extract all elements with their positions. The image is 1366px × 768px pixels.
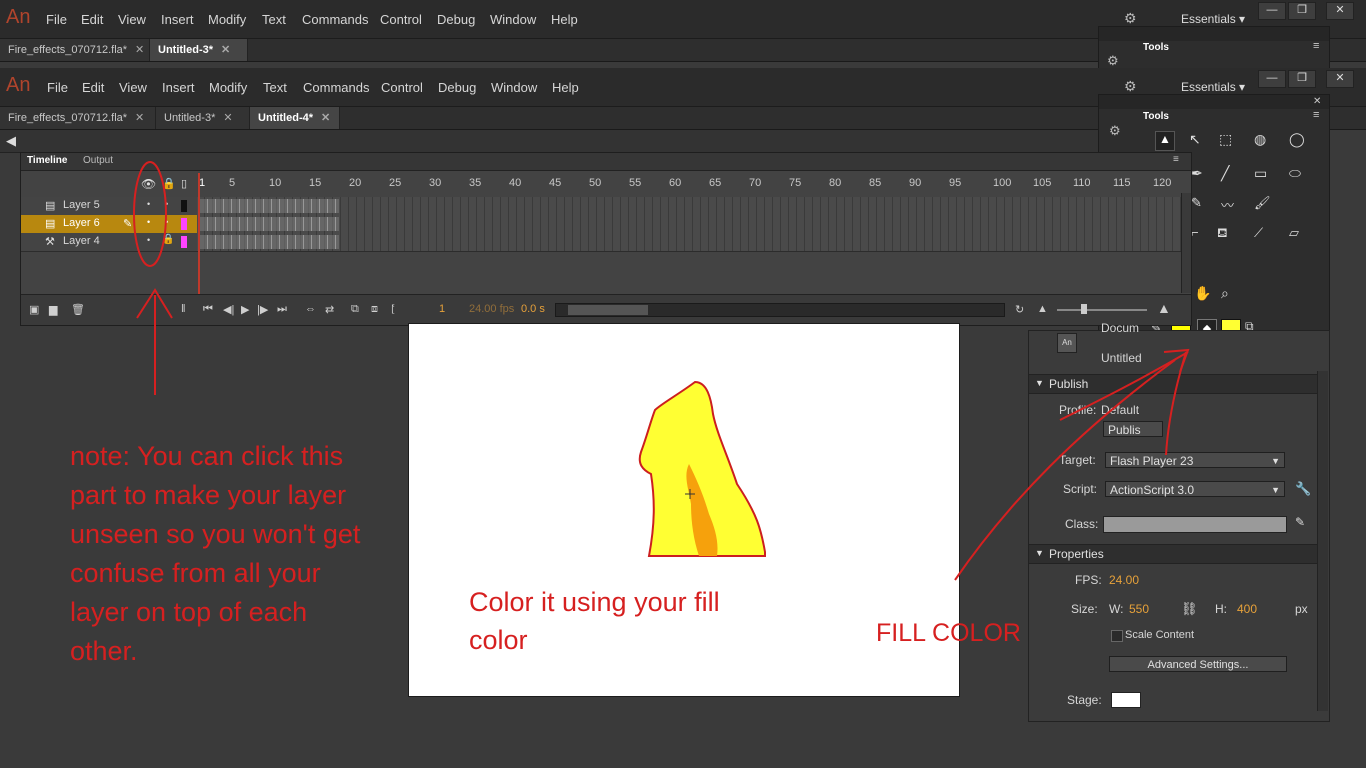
note-annotation: note: You can click this part to make yo… — [70, 441, 361, 666]
fill-color-annotation: FILL COLOR — [876, 619, 1021, 647]
color-it-annotation: Color it using your fill color — [469, 587, 720, 655]
